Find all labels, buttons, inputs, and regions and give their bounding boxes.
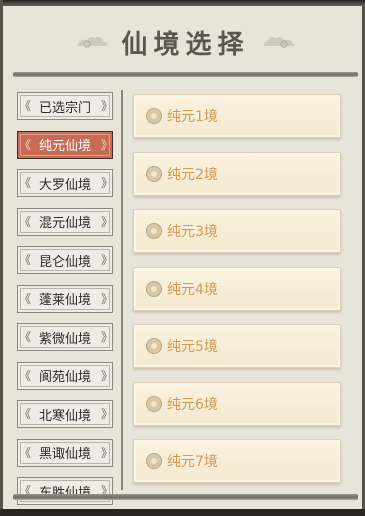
- tab-right-bracket-icon: 》: [101, 291, 114, 306]
- realm-level-label: 纯元3境: [167, 224, 218, 240]
- coin-emblem-icon: [146, 453, 162, 469]
- realm-tab-label: 黑诹仙境: [38, 447, 91, 462]
- realm-level-label: 纯元6境: [167, 396, 218, 413]
- cloud-ornament-right-icon: [263, 37, 294, 48]
- tab-left-bracket-icon: 《: [19, 445, 32, 460]
- tab-right-bracket-icon: 》: [101, 330, 114, 344]
- tab-left-bracket-icon: 《: [19, 214, 32, 229]
- realm-level-label: 纯元1境: [167, 109, 218, 125]
- coin-emblem-icon: [146, 280, 162, 297]
- realm-level-item[interactable]: 纯元2境: [133, 151, 341, 196]
- coin-emblem-icon: [146, 165, 162, 182]
- tab-left-bracket-icon: 《: [19, 407, 32, 421]
- realm-tab-label: 蓬莱仙境: [38, 293, 91, 308]
- realm-tab-label: 大罗仙境: [38, 177, 91, 193]
- realm-select-panel: 仙境选择 《已选宗门》《纯元仙境》《大罗仙境》《混元仙境》《昆仑仙境》《蓬莱仙境…: [0, 0, 365, 509]
- tab-right-bracket-icon: 》: [101, 407, 114, 421]
- realm-level-label: 纯元2境: [167, 166, 218, 183]
- realm-tab-label: 北寒仙境: [38, 408, 91, 424]
- realm-level-item[interactable]: 纯元4境: [133, 266, 341, 311]
- realm-tab[interactable]: 《昆仑仙境》: [17, 246, 113, 274]
- realm-tab[interactable]: 《纯元仙境》: [17, 130, 114, 159]
- tab-left-bracket-icon: 《: [19, 368, 32, 383]
- realm-level-item[interactable]: 纯元3境: [133, 209, 341, 253]
- coin-emblem-icon: [146, 338, 162, 354]
- realm-level-label: 纯元4境: [167, 281, 218, 298]
- realm-level-list: 纯元1境纯元2境纯元3境纯元4境纯元5境纯元6境纯元7境: [133, 94, 341, 497]
- tab-left-bracket-icon: 《: [19, 291, 32, 306]
- tab-right-bracket-icon: 》: [101, 214, 114, 229]
- realm-tab-label: 昆仑仙境: [38, 254, 91, 270]
- realm-tab-label: 阆苑仙境: [38, 370, 91, 385]
- tab-right-bracket-icon: 》: [101, 176, 114, 190]
- realm-tab-label: 混元仙境: [38, 216, 91, 231]
- realm-level-item[interactable]: 纯元6境: [133, 381, 341, 426]
- title-bar: 仙境选择: [3, 18, 365, 66]
- realm-tab[interactable]: 《已选宗门》: [17, 92, 113, 120]
- bottom-divider: [13, 494, 358, 500]
- realm-level-item[interactable]: 纯元5境: [133, 324, 341, 368]
- cloud-ornament-left-icon: [77, 37, 108, 48]
- realm-level-item[interactable]: 纯元7境: [133, 439, 341, 483]
- realm-tab-list: 《已选宗门》《纯元仙境》《大罗仙境》《混元仙境》《昆仑仙境》《蓬莱仙境》《紫微仙…: [17, 92, 113, 516]
- tab-left-bracket-icon: 《: [19, 176, 32, 190]
- coin-emblem-icon: [146, 223, 162, 239]
- tab-right-bracket-icon: 》: [101, 137, 114, 152]
- tab-left-bracket-icon: 《: [19, 253, 32, 267]
- realm-tab[interactable]: 《北寒仙境》: [17, 400, 113, 428]
- realm-tab[interactable]: 《大罗仙境》: [17, 169, 113, 197]
- page-title: 仙境选择: [121, 29, 250, 60]
- title-divider: [13, 72, 358, 77]
- realm-tab[interactable]: 《东胜仙境》: [17, 477, 113, 505]
- top-frame-edge: [3, 0, 365, 6]
- realm-tab-label: 已选宗门: [38, 100, 91, 116]
- tab-right-bracket-icon: 》: [101, 253, 114, 267]
- realm-tab-label: 紫微仙境: [38, 331, 91, 347]
- coin-emblem-icon: [146, 108, 162, 124]
- tab-left-bracket-icon: 《: [19, 330, 32, 344]
- realm-tab-label: 纯元仙境: [38, 139, 91, 154]
- column-divider: [121, 90, 123, 490]
- realm-level-label: 纯元5境: [167, 339, 218, 355]
- realm-level-item[interactable]: 纯元1境: [133, 94, 341, 138]
- coin-emblem-icon: [146, 395, 162, 412]
- realm-tab[interactable]: 《黑诹仙境》: [17, 438, 114, 467]
- tab-right-bracket-icon: 》: [101, 99, 114, 113]
- tab-right-bracket-icon: 》: [101, 445, 114, 460]
- tab-left-bracket-icon: 《: [19, 99, 32, 113]
- realm-tab[interactable]: 《蓬莱仙境》: [17, 284, 114, 313]
- realm-tab[interactable]: 《混元仙境》: [17, 207, 114, 236]
- realm-tab[interactable]: 《阆苑仙境》: [17, 361, 114, 390]
- tab-right-bracket-icon: 》: [101, 368, 114, 383]
- realm-tab[interactable]: 《紫微仙境》: [17, 323, 113, 351]
- tab-left-bracket-icon: 《: [19, 137, 32, 152]
- realm-level-label: 纯元7境: [167, 454, 218, 470]
